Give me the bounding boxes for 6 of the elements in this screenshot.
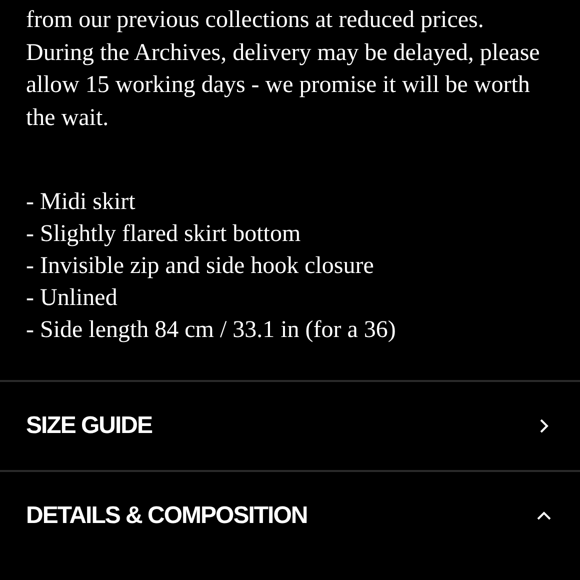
feature-item: - Midi skirt bbox=[26, 188, 136, 217]
feature-item: - Invisible zip and side hook closure bbox=[26, 252, 375, 281]
product-description: from our previous collections at reduced prices. During the Archives, delivery may be delayed, please allow 15 working days - we promise it will be worth the wait. bbox=[25, 6, 541, 132]
feature-item: - Unlined bbox=[26, 284, 118, 313]
feature-item: - Side length 84 cm / 33.1 in (for a 36) bbox=[26, 316, 397, 345]
feature-item: - Slightly flared skirt bottom bbox=[26, 220, 302, 249]
